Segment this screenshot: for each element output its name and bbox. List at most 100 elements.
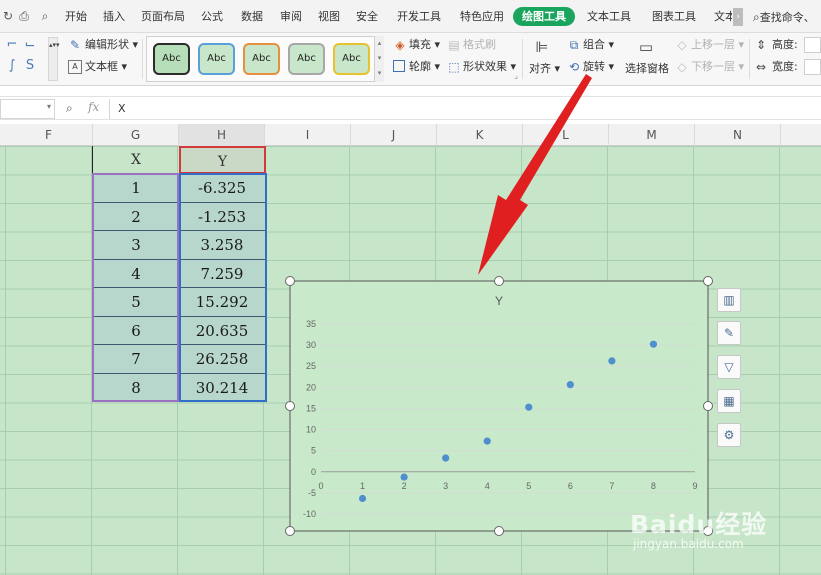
tab-developer[interactable]: 开发工具	[397, 9, 441, 25]
tab-review[interactable]: 审阅	[280, 9, 302, 25]
formula-bar: ▾ ⌕ fx X	[0, 96, 821, 120]
connector-gallery-scroll-icon[interactable]: ▴▾▾	[48, 37, 60, 81]
align-button[interactable]: 对齐 ▾	[529, 61, 560, 77]
tab-formulas[interactable]: 公式	[201, 9, 223, 25]
column-header-m[interactable]: M	[609, 124, 695, 146]
align-icon: ⊫	[535, 38, 549, 56]
bring-forward-label: 上移一层	[691, 38, 735, 51]
chart-style-icon[interactable]: ✎	[717, 321, 741, 345]
send-backward-button: 下移一层 ▾	[691, 60, 745, 73]
curved-connector-icon[interactable]: ∫	[4, 58, 20, 74]
tab-text-more[interactable]: 文本	[714, 9, 732, 25]
search-label: 查找命令、	[759, 11, 815, 24]
redo-icon[interactable]: ↻	[0, 8, 16, 24]
text-box-label: 文本框	[85, 60, 118, 73]
ribbon: ⌐ ⌙ ∫ S ▴▾▾ ✎ 编辑形状 ▾ A 文本框 ▾ Abc Abc Abc…	[0, 33, 821, 86]
y-range-highlight	[179, 173, 267, 402]
x-header-cell[interactable]: X	[93, 146, 179, 174]
selection-pane-icon: ▭	[638, 38, 654, 56]
tab-scroll-right-icon[interactable]: ›	[733, 8, 743, 26]
elbow-connector-icon[interactable]: ⌐	[4, 37, 20, 53]
group-icon: ⧉	[569, 38, 579, 52]
column-headers: F G H I J K L M N	[0, 124, 821, 146]
ribbon-divider	[522, 39, 523, 79]
tab-drawing-tools[interactable]: 绘图工具	[513, 7, 575, 26]
height-input[interactable]	[804, 37, 821, 53]
outline-label: 轮廓	[409, 60, 431, 73]
group-label: 组合	[583, 38, 605, 51]
width-input[interactable]	[804, 59, 821, 75]
chart-elements-icon[interactable]: ▥	[717, 288, 741, 312]
fx-icon[interactable]: fx	[88, 100, 99, 114]
align-label: 对齐	[529, 62, 551, 75]
rotate-icon: ⟲	[568, 60, 580, 74]
name-box[interactable]: ▾	[0, 99, 55, 119]
shape-effects-icon: ⬚	[448, 60, 460, 74]
edit-shape-icon: ✎	[69, 38, 81, 52]
shape-style-1[interactable]: Abc	[153, 43, 190, 75]
tab-security[interactable]: 安全	[356, 9, 378, 25]
column-header-n[interactable]: N	[695, 124, 781, 146]
column-header-i[interactable]: I	[265, 124, 351, 146]
chart-settings-icon[interactable]: ⚙	[717, 423, 741, 447]
tab-special-apps[interactable]: 特色应用	[460, 9, 504, 25]
column-header-g[interactable]: G	[93, 124, 179, 146]
send-backward-icon: ◇	[677, 60, 687, 74]
tab-insert[interactable]: 插入	[103, 9, 125, 25]
ribbon-divider	[142, 39, 143, 79]
column-header-j[interactable]: J	[351, 124, 437, 146]
chart-filter-icon[interactable]: ▽	[717, 355, 741, 379]
edit-shape-button[interactable]: 编辑形状 ▾	[85, 37, 138, 53]
y-header-cell[interactable]: Y	[179, 146, 266, 174]
column-header-k[interactable]: K	[437, 124, 523, 146]
tab-text-tools[interactable]: 文本工具	[587, 9, 631, 25]
fill-button[interactable]: 填充 ▾	[409, 37, 440, 53]
shape-style-4[interactable]: Abc	[288, 43, 325, 75]
column-header-f[interactable]: F	[5, 124, 93, 146]
format-brush-icon: ▤	[448, 38, 460, 52]
print-preview-icon[interactable]: ⌕	[37, 8, 53, 24]
send-backward-label: 下移一层	[691, 60, 735, 73]
height-icon: ⇕	[755, 38, 767, 52]
outline-button[interactable]: 轮廓 ▾	[409, 59, 440, 75]
column-header-h[interactable]: H	[179, 124, 265, 146]
width-label: 宽度:	[772, 60, 798, 73]
width-icon: ⇔	[755, 60, 767, 74]
zoom-icon[interactable]: ⌕	[66, 101, 73, 116]
chart-layout-icon[interactable]: ▦	[717, 389, 741, 413]
print-icon[interactable]: ⎙	[16, 8, 32, 24]
dialog-launcher-icon[interactable]: ⌟	[509, 69, 523, 83]
x-range-highlight	[92, 173, 179, 402]
formula-input[interactable]: X	[109, 99, 821, 119]
edit-shape-label: 编辑形状	[85, 38, 129, 51]
height-label: 高度:	[772, 38, 798, 51]
chevron-down-icon[interactable]: ▾	[47, 102, 51, 111]
shape-style-5[interactable]: Abc	[333, 43, 370, 75]
watermark-logo: Baidu经验	[630, 510, 768, 539]
fill-label: 填充	[409, 38, 431, 51]
column-header-l[interactable]: L	[523, 124, 609, 146]
shape-style-2[interactable]: Abc	[198, 43, 235, 75]
tab-view[interactable]: 视图	[318, 9, 340, 25]
shape-style-gallery: Abc Abc Abc Abc Abc	[146, 36, 384, 82]
search-command[interactable]: ⌕查找命令、	[753, 8, 815, 26]
text-box-icon: A	[68, 60, 82, 74]
s-curve-connector-icon[interactable]: S	[22, 58, 38, 74]
style-gallery-scroll-icon[interactable]: ▴ ▾ ▾	[374, 36, 384, 82]
elbow-arrow-connector-icon[interactable]: ⌙	[22, 37, 38, 53]
shape-style-3[interactable]: Abc	[243, 43, 280, 75]
tab-chart-tools[interactable]: 图表工具	[652, 9, 696, 25]
tab-home[interactable]: 开始	[65, 9, 87, 25]
text-box-button[interactable]: 文本框 ▾	[85, 59, 127, 75]
tab-page-layout[interactable]: 页面布局	[141, 9, 185, 25]
group-button[interactable]: 组合 ▾	[583, 37, 614, 53]
ribbon-divider	[749, 39, 750, 79]
tab-data[interactable]: 数据	[241, 9, 263, 25]
selection-pane-button[interactable]: 选择窗格	[625, 61, 669, 77]
bring-forward-icon: ◇	[677, 38, 687, 52]
outline-icon	[393, 60, 405, 72]
fill-icon: ◈	[395, 38, 405, 52]
rotate-button[interactable]: 旋转 ▾	[583, 59, 614, 75]
shape-effects-label: 形状效果	[463, 60, 507, 73]
rotate-label: 旋转	[583, 60, 605, 73]
